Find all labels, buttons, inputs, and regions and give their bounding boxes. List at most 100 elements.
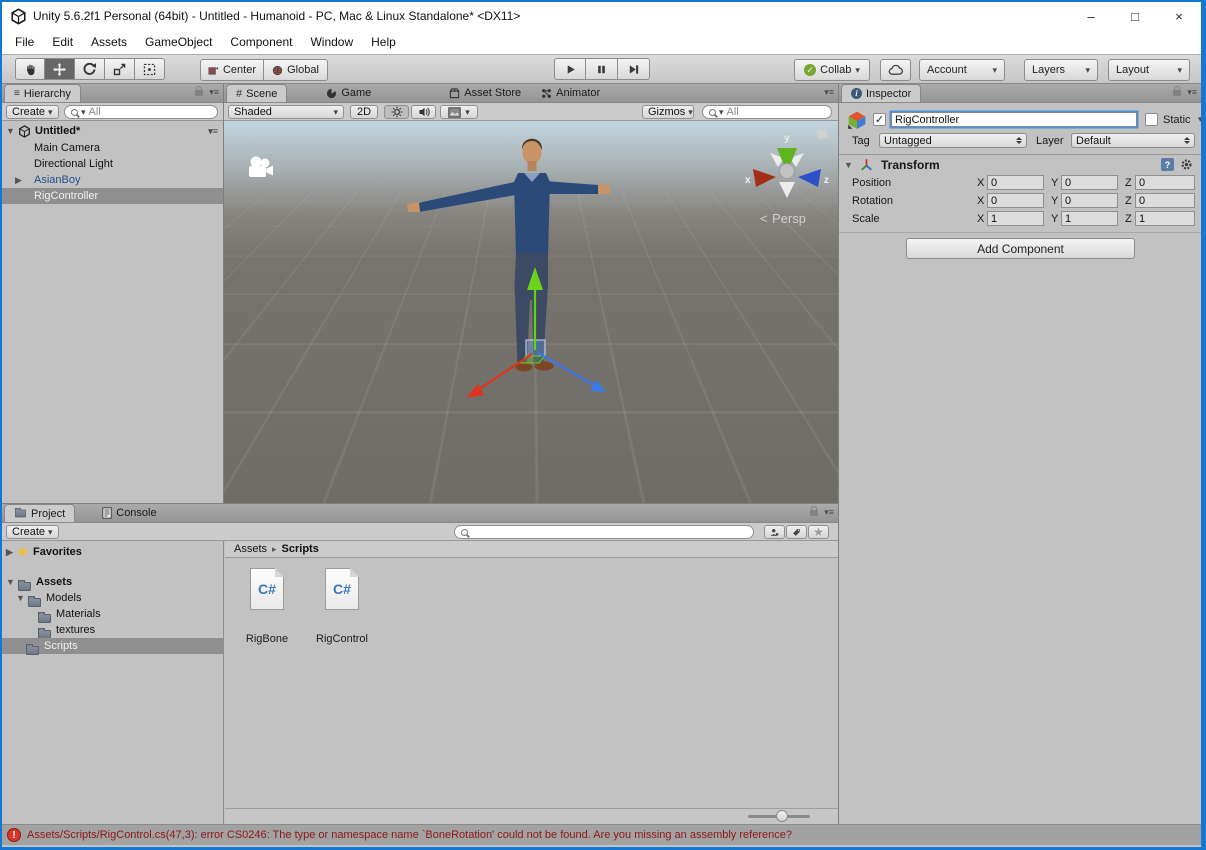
rotation-z-input[interactable] bbox=[1135, 193, 1195, 208]
titlebar[interactable]: Unity 5.6.2f1 Personal (64bit) - Untitle… bbox=[2, 2, 1201, 30]
foldout-closed-icon[interactable]: ▶ bbox=[15, 175, 22, 186]
account-dropdown[interactable]: Account ▾ bbox=[919, 59, 1005, 81]
tab-asset-store[interactable]: Asset Store bbox=[440, 84, 530, 102]
scene-viewport[interactable]: y x z < Persp bbox=[224, 121, 838, 503]
hierarchy-create-button[interactable]: Create ▾ bbox=[6, 105, 59, 119]
lock-icon[interactable] bbox=[810, 510, 818, 516]
breadcrumb-assets[interactable]: Assets bbox=[234, 543, 267, 555]
static-dropdown-arrow-icon[interactable]: ▾ bbox=[1198, 114, 1203, 125]
panel-menu-icon[interactable]: ▾≡ bbox=[1187, 87, 1197, 98]
lighting-toggle-button[interactable] bbox=[384, 105, 409, 119]
menu-assets[interactable]: Assets bbox=[82, 35, 136, 49]
gameobject-cube-icon[interactable] bbox=[847, 110, 867, 130]
layer-dropdown[interactable]: Default bbox=[1071, 133, 1195, 148]
tree-item-textures[interactable]: textures bbox=[2, 622, 223, 638]
status-bar[interactable]: ! Assets/Scripts/RigControl.cs(47,3): er… bbox=[2, 824, 1201, 845]
shading-mode-dropdown[interactable]: Shaded ▾ bbox=[228, 105, 344, 119]
position-x-input[interactable] bbox=[987, 175, 1044, 190]
hierarchy-item-directional-light[interactable]: Directional Light bbox=[2, 156, 223, 172]
character-model[interactable] bbox=[407, 139, 610, 372]
panel-menu-icon[interactable]: ▾≡ bbox=[824, 87, 834, 98]
tree-item-materials[interactable]: Materials bbox=[2, 606, 223, 622]
foldout-closed-icon[interactable]: ▶ bbox=[6, 547, 13, 558]
tree-item-assets[interactable]: ▼ Assets bbox=[2, 574, 223, 590]
cloud-button[interactable] bbox=[880, 59, 911, 81]
menu-edit[interactable]: Edit bbox=[43, 35, 82, 49]
maximize-button[interactable]: □ bbox=[1113, 2, 1157, 30]
orientation-gizmo[interactable]: y x z bbox=[745, 133, 829, 198]
scale-x-input[interactable] bbox=[987, 211, 1044, 226]
foldout-open-icon[interactable]: ▼ bbox=[6, 126, 15, 136]
play-button[interactable] bbox=[554, 58, 586, 80]
menu-window[interactable]: Window bbox=[301, 35, 362, 49]
rotate-tool-button[interactable] bbox=[75, 58, 105, 80]
hierarchy-search-input[interactable]: ▾ All bbox=[64, 105, 218, 119]
gear-icon[interactable] bbox=[1180, 158, 1193, 171]
lock-icon[interactable] bbox=[1173, 90, 1181, 96]
gizmo-axis-x-cone[interactable] bbox=[753, 169, 776, 187]
tab-game[interactable]: Game bbox=[317, 84, 380, 102]
tree-item-models[interactable]: ▼ Models bbox=[2, 590, 223, 606]
camera-gizmo-icon[interactable] bbox=[249, 157, 273, 178]
console-error-message[interactable]: Assets/Scripts/RigControl.cs(47,3): erro… bbox=[27, 829, 792, 841]
close-button[interactable]: × bbox=[1157, 2, 1201, 30]
gizmo-x-axis[interactable] bbox=[478, 354, 532, 390]
search-by-label-button[interactable] bbox=[786, 525, 807, 539]
menu-help[interactable]: Help bbox=[362, 35, 405, 49]
panel-menu-icon[interactable]: ▾≡ bbox=[824, 507, 834, 518]
project-create-button[interactable]: Create ▾ bbox=[6, 525, 59, 539]
slider-thumb[interactable] bbox=[776, 810, 788, 822]
collab-button[interactable]: ✓ Collab ▾ bbox=[794, 59, 870, 81]
transform-foldout-icon[interactable]: ▼ bbox=[844, 160, 853, 170]
gizmos-dropdown[interactable]: Gizmos ▾ bbox=[642, 105, 694, 119]
tree-item-favorites[interactable]: ▶ ★ Favorites bbox=[2, 544, 223, 560]
rotation-x-input[interactable] bbox=[987, 193, 1044, 208]
position-z-input[interactable] bbox=[1135, 175, 1195, 190]
add-component-button[interactable]: Add Component bbox=[906, 238, 1135, 259]
audio-toggle-button[interactable] bbox=[411, 105, 436, 119]
pivot-mode-button[interactable]: Center bbox=[200, 59, 264, 81]
2d-toggle-button[interactable]: 2D bbox=[350, 105, 378, 119]
active-checkbox[interactable]: ✓ bbox=[873, 113, 886, 126]
lock-icon[interactable] bbox=[195, 90, 203, 96]
move-gizmo[interactable] bbox=[466, 267, 606, 398]
hierarchy-item-rigcontroller[interactable]: RigController bbox=[2, 188, 223, 204]
menu-file[interactable]: File bbox=[6, 35, 43, 49]
tab-inspector[interactable]: i Inspector bbox=[841, 84, 921, 102]
tab-project[interactable]: Project bbox=[4, 504, 75, 522]
layout-dropdown[interactable]: Layout ▾ bbox=[1108, 59, 1190, 81]
menu-gameobject[interactable]: GameObject bbox=[136, 35, 221, 49]
tab-console[interactable]: Console bbox=[93, 504, 165, 522]
hierarchy-item-main-camera[interactable]: Main Camera bbox=[2, 140, 223, 156]
static-checkbox[interactable] bbox=[1145, 113, 1158, 126]
help-icon[interactable]: ? bbox=[1161, 158, 1174, 171]
scale-tool-button[interactable] bbox=[105, 58, 135, 80]
gizmo-lock-icon[interactable] bbox=[818, 127, 827, 139]
scale-y-input[interactable] bbox=[1061, 211, 1118, 226]
scene-search-input[interactable]: ▾ All bbox=[702, 105, 832, 119]
scene-menu-icon[interactable]: ▾≡ bbox=[208, 126, 218, 137]
effects-dropdown[interactable]: ▾ bbox=[440, 105, 478, 119]
pause-button[interactable] bbox=[586, 58, 618, 80]
panel-menu-icon[interactable]: ▾≡ bbox=[209, 87, 219, 98]
persp-label[interactable]: Persp bbox=[772, 211, 806, 226]
gizmo-axis-z-cone[interactable] bbox=[798, 169, 821, 187]
position-y-input[interactable] bbox=[1061, 175, 1118, 190]
tree-item-scripts[interactable]: Scripts bbox=[2, 638, 223, 654]
foldout-open-icon[interactable]: ▼ bbox=[6, 577, 15, 587]
hand-tool-button[interactable] bbox=[15, 58, 45, 80]
tab-hierarchy[interactable]: ≡ Hierarchy bbox=[4, 84, 81, 102]
scene-root-row[interactable]: ▼ Untitled* ▾≡ bbox=[2, 123, 223, 139]
favorites-search-button[interactable]: ★ bbox=[808, 525, 829, 539]
transform-space-button[interactable]: Global bbox=[264, 59, 328, 81]
rect-tool-button[interactable] bbox=[135, 58, 165, 80]
foldout-open-icon[interactable]: ▼ bbox=[16, 593, 25, 603]
step-button[interactable] bbox=[618, 58, 650, 80]
layers-dropdown[interactable]: Layers ▾ bbox=[1024, 59, 1098, 81]
tab-scene[interactable]: # Scene bbox=[226, 84, 287, 102]
gameobject-name-input[interactable] bbox=[891, 112, 1137, 127]
rotation-y-input[interactable] bbox=[1061, 193, 1118, 208]
move-tool-button[interactable] bbox=[45, 58, 75, 80]
breadcrumb-scripts[interactable]: Scripts bbox=[282, 543, 319, 555]
project-search-input[interactable] bbox=[454, 525, 754, 539]
